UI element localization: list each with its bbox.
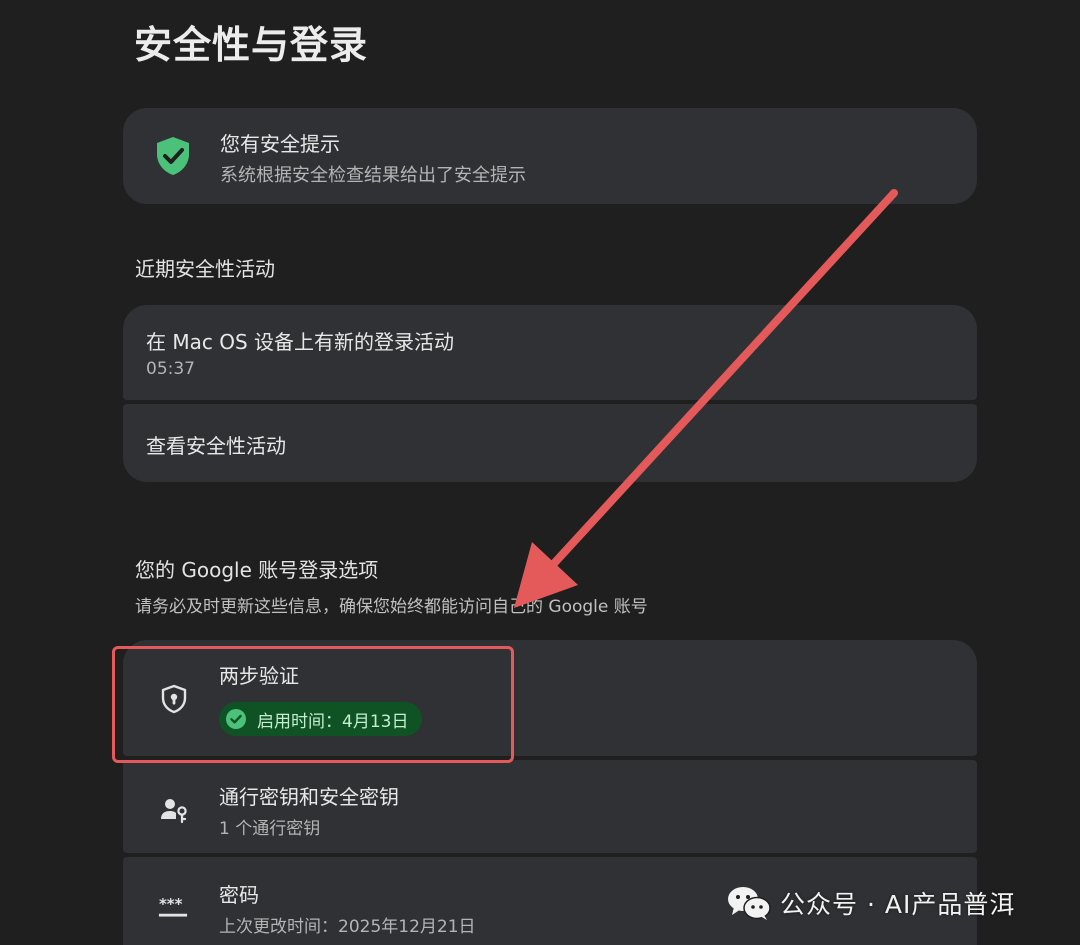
person-key-icon <box>161 799 187 824</box>
page-title: 安全性与登录 <box>134 23 369 67</box>
password-dots-icon: *** <box>158 895 188 917</box>
recent-activity-heading: 近期安全性活动 <box>135 257 275 281</box>
view-security-activity-label: 查看安全性活动 <box>146 434 286 458</box>
password-last-changed: 上次更改时间：2025年12月21日 <box>219 917 476 937</box>
security-tip-subtitle: 系统根据安全检查结果给出了安全提示 <box>220 165 526 186</box>
passkeys-title: 通行密钥和安全密钥 <box>219 785 399 809</box>
security-tip-title: 您有安全提示 <box>220 132 340 156</box>
watermark-text: 公众号 · AI产品普洱 <box>780 890 1016 919</box>
activity-item-title: 在 Mac OS 设备上有新的登录活动 <box>146 330 455 354</box>
watermark: 公众号 · AI产品普洱 <box>726 880 1015 926</box>
wechat-icon <box>728 887 771 920</box>
password-title: 密码 <box>219 883 259 907</box>
shield-check-icon <box>157 137 189 175</box>
activity-item-time: 05:37 <box>146 359 195 379</box>
svg-text:***: *** <box>159 895 183 913</box>
sign-in-options-subtitle: 请务必及时更新这些信息，确保您始终都能访问自己的 Google 账号 <box>135 597 648 617</box>
passkeys-subtitle: 1 个通行密钥 <box>219 819 321 839</box>
annotation-highlight-box <box>112 646 514 763</box>
sign-in-options-heading: 您的 Google 账号登录选项 <box>135 558 379 582</box>
